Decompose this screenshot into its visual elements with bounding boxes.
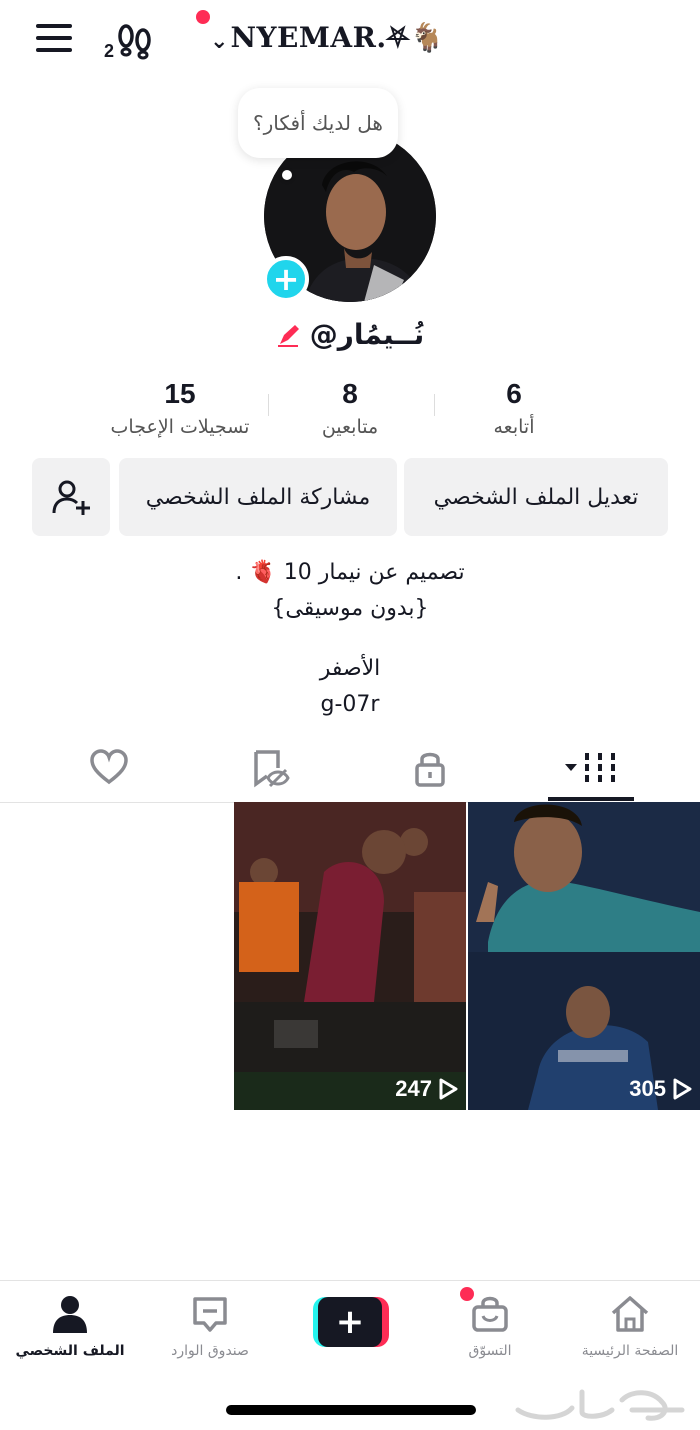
tab-private[interactable]: [385, 747, 475, 789]
nav-home[interactable]: الصفحة الرئيسية: [560, 1295, 700, 1359]
steps-count: 2: [104, 41, 115, 61]
tab-reposts[interactable]: [225, 747, 315, 789]
plus-icon: +: [272, 260, 300, 298]
following-label: أتابعه: [493, 416, 535, 438]
share-profile-button[interactable]: مشاركة الملف الشخصي: [119, 458, 397, 536]
top-bar: 2 ⌄ NYEMAR.⛧🐐: [0, 0, 700, 90]
inbox-icon: [193, 1297, 227, 1332]
play-icon: [673, 1078, 692, 1100]
followers-count: 8: [342, 378, 358, 409]
likes-count: 15: [164, 378, 196, 409]
play-icon: [439, 1078, 458, 1100]
menu-icon[interactable]: [36, 24, 72, 56]
followers-label: متابعين: [321, 416, 379, 438]
view-count: 305: [629, 1076, 692, 1102]
view-count-value: 247: [395, 1076, 432, 1101]
bookmark-eye-icon: [254, 750, 290, 788]
video-thumbnail[interactable]: 305: [468, 802, 700, 1110]
nav-inbox[interactable]: صندوق الوارد: [140, 1295, 280, 1359]
following-count: 6: [506, 378, 522, 409]
stats-row: 15 تسجيلات الإعجاب 8 متابعين 6 أتابعه: [100, 378, 600, 448]
video-thumbnail-image: [468, 802, 700, 1110]
nav-profile[interactable]: الملف الشخصي: [0, 1295, 140, 1359]
view-count: 247: [395, 1076, 458, 1102]
likes-label: تسجيلات الإعجاب: [110, 416, 250, 438]
nav-shop-label: التسوّق: [468, 1343, 512, 1359]
nav-profile-label: الملف الشخصي: [15, 1343, 125, 1359]
pencil-icon[interactable]: [276, 322, 302, 348]
add-story-button[interactable]: +: [263, 256, 309, 302]
home-icon: [611, 1296, 649, 1332]
view-count-value: 305: [629, 1076, 666, 1101]
stat-following[interactable]: 6 أتابعه: [434, 378, 594, 438]
username: @نُــيمُار: [309, 318, 425, 351]
stat-followers[interactable]: 8 متابعين: [270, 378, 430, 438]
active-tab-indicator: [548, 797, 634, 801]
home-indicator[interactable]: [226, 1405, 476, 1415]
heart-icon: [90, 749, 128, 785]
profile-icon: [53, 1296, 87, 1333]
thought-bubble-text: هل لديك أفكار؟: [253, 111, 383, 135]
lock-icon: [415, 752, 445, 787]
bio-line: تصميم عن نيمار 10 🫀 .: [235, 560, 465, 585]
bio-line: الأصفر: [319, 656, 381, 681]
nav-inbox-label: صندوق الوارد: [171, 1343, 249, 1359]
stat-likes[interactable]: 15 تسجيلات الإعجاب: [100, 378, 260, 438]
chevron-down-icon: ⌄: [210, 28, 229, 54]
divider: [268, 394, 269, 416]
nav-home-label: الصفحة الرئيسية: [581, 1343, 679, 1359]
video-thumbnail[interactable]: 247: [234, 802, 466, 1110]
notification-dot: [196, 10, 210, 24]
footprints-button[interactable]: 2: [104, 22, 154, 62]
username-row: @نُــيمُار: [0, 318, 700, 351]
thought-bubble-tail: [282, 170, 292, 180]
create-button[interactable]: +: [313, 1297, 389, 1347]
content-tabs: [0, 735, 700, 803]
page-title: NYEMAR.⛧🐐: [230, 21, 445, 54]
edit-profile-button[interactable]: تعديل الملف الشخصي: [404, 458, 668, 536]
bottom-navigation: الصفحة الرئيسية التسوّق + صندوق الوارد ا…: [0, 1280, 700, 1380]
bio-line: {بدون موسيقى}: [271, 596, 429, 621]
tab-videos[interactable]: [546, 747, 636, 789]
tab-liked[interactable]: [64, 747, 154, 789]
plus-icon: +: [318, 1297, 382, 1347]
shopping-bag-icon: [472, 1296, 508, 1332]
nav-shop[interactable]: التسوّق: [420, 1295, 560, 1359]
add-user-icon: [52, 480, 90, 515]
add-friend-button[interactable]: [32, 458, 110, 536]
bio-link[interactable]: g-07r: [0, 692, 700, 717]
grid-icon: [565, 753, 615, 783]
watermark-logo: [515, 1389, 685, 1421]
video-thumbnail-image: [234, 802, 466, 1110]
thought-bubble[interactable]: هل لديك أفكار؟: [238, 88, 398, 158]
account-switcher[interactable]: ⌄ NYEMAR.⛧🐐: [196, 10, 445, 66]
